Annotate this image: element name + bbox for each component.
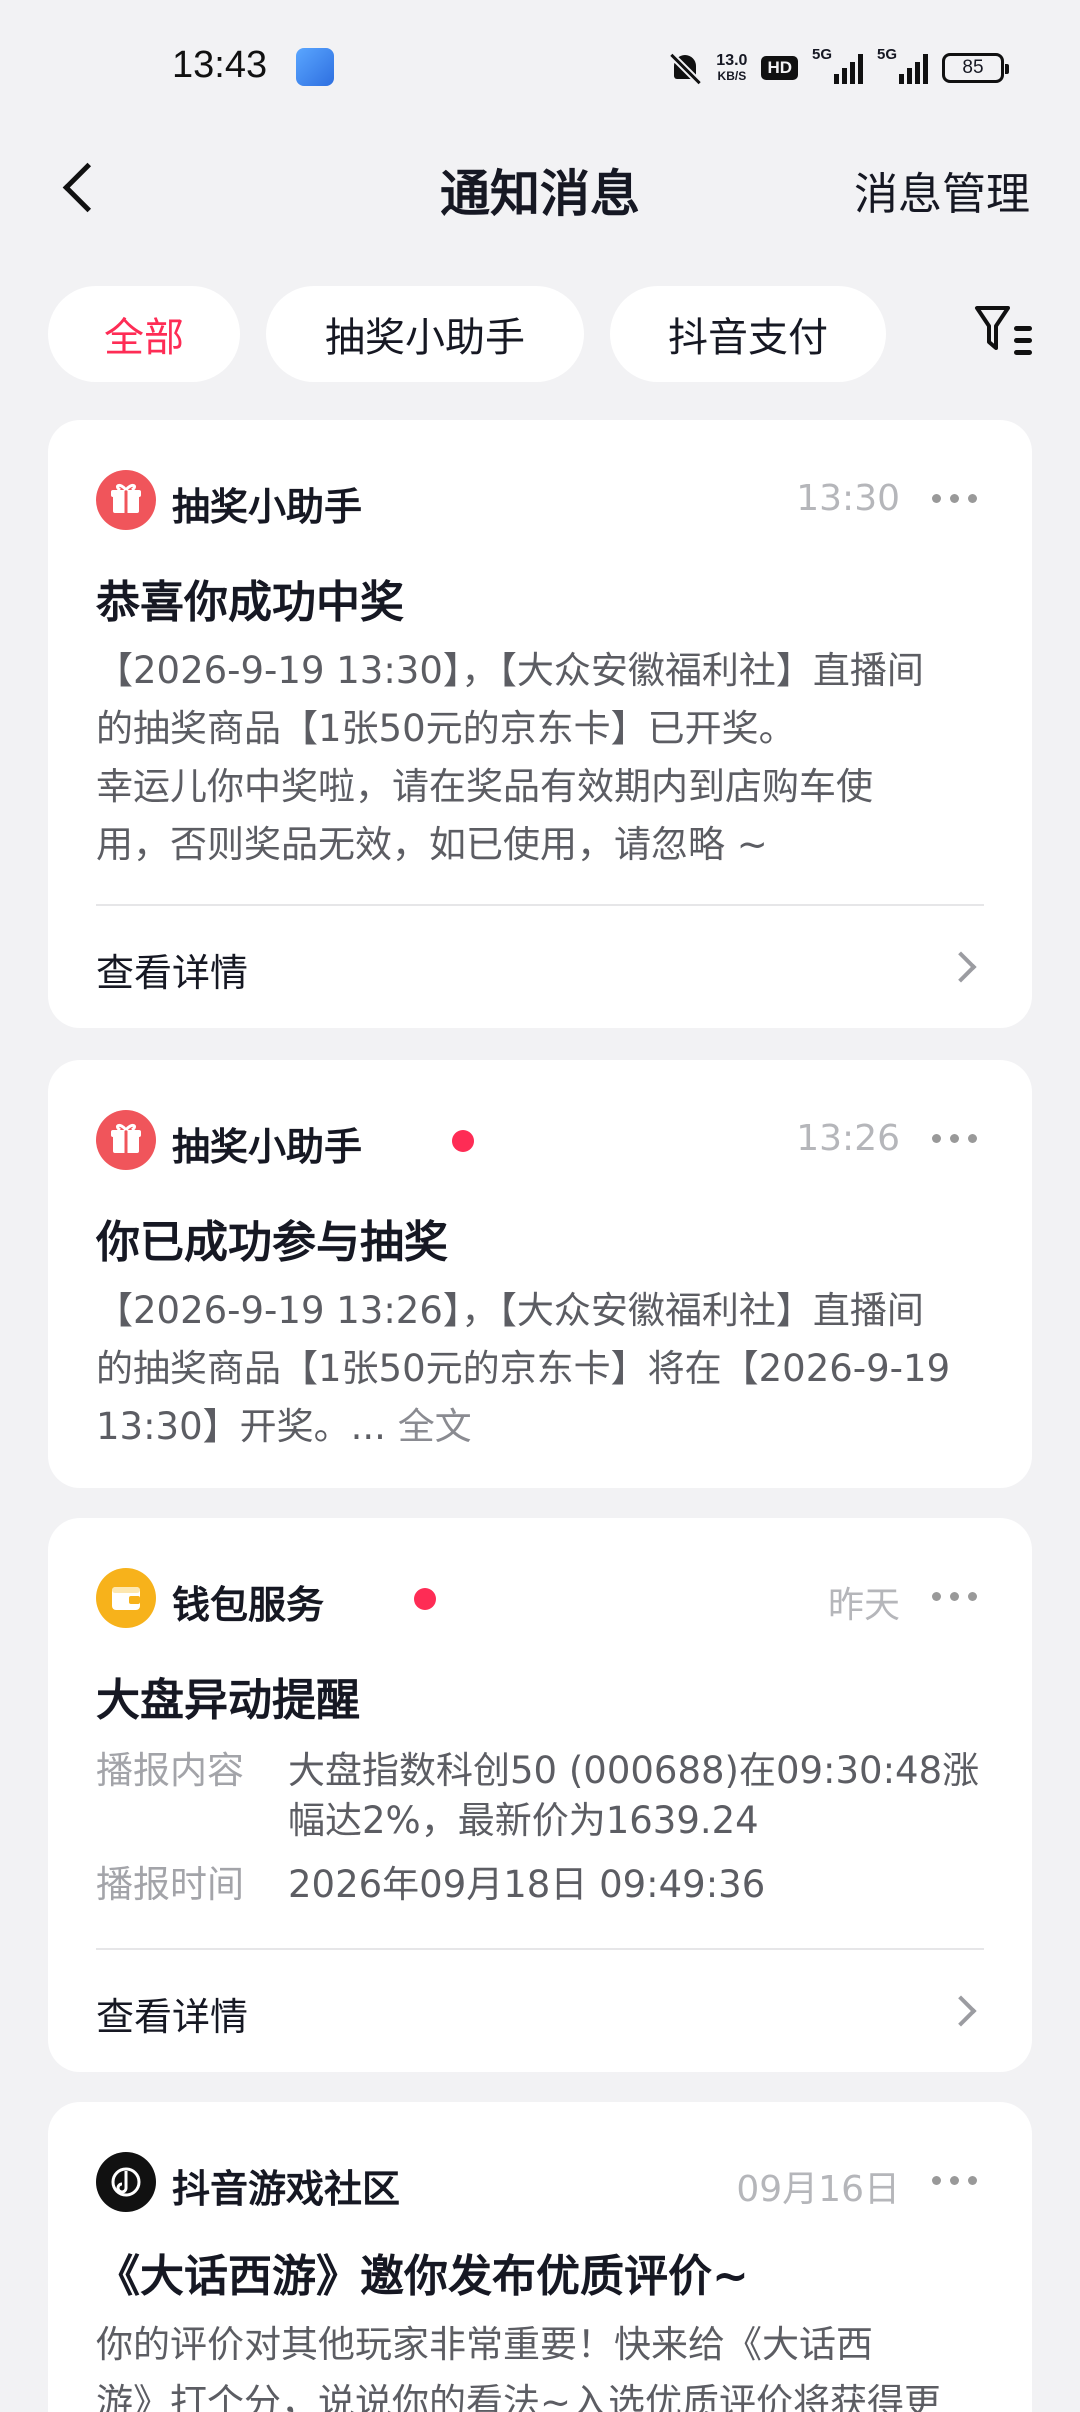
body-line: 幸运儿你中奖啦，请在奖品有效期内到店购车使 [96,765,873,808]
filter-icon[interactable] [970,302,1034,366]
body-line: 的抽奖商品【1张50元的京东卡】已开奖。 [96,707,796,750]
broadcast-content-label: 播报内容 [96,1749,244,1792]
signal-icon: 5G [812,46,863,84]
more-options-icon[interactable] [932,1592,978,1604]
message-title: 恭喜你成功中奖 [96,577,404,628]
message-time: 13:30 [796,478,900,519]
broadcast-time-row: 播报时间 2026年09月18日 09:49:36 [96,1860,988,1910]
message-title: 大盘异动提醒 [96,1675,360,1726]
card-header: 抽奖小助手 13:30 [96,470,984,530]
notification-card[interactable]: 钱包服务 昨天 大盘异动提醒 播报内容 大盘指数科创50 (000688)在09… [48,1518,1032,2072]
filter-line [1014,350,1032,355]
body-line-text: 13:30】开奖。... [96,1405,386,1448]
message-time: 13:26 [796,1118,900,1159]
message-time: 昨天 [827,1585,900,1626]
content-line: 大盘指数科创50 (000688)在09:30:48涨 [288,1749,980,1792]
card-header: 抽奖小助手 13:26 [96,1110,984,1170]
status-bar: 13:43 13.0 KB/S HD 5G 5G 85 [0,0,1080,130]
wallet-icon [96,1568,156,1628]
mute-icon [668,51,702,85]
card-header: 钱包服务 昨天 [96,1568,984,1628]
gift-icon [96,470,156,530]
body-line: 游》打个分，说说你的看法~入选优质评价将获得更 [96,2381,942,2412]
notification-card[interactable]: 抽奖小助手 13:30 恭喜你成功中奖 【2026-9-19 13:30】，【大… [48,420,1032,1028]
more-options-icon[interactable] [932,2176,978,2188]
chevron-right-icon [945,951,977,983]
net-speed-unit: KB/S [717,68,747,83]
tab-all[interactable]: 全部 [48,286,240,382]
message-title: 你已成功参与抽奖 [96,1217,448,1268]
sender-name: 抖音游戏社区 [172,2167,401,2211]
gift-icon [96,1110,156,1170]
broadcast-time-value: 2026年09月18日 09:49:36 [288,1863,766,1906]
sender-name: 抽奖小助手 [172,485,363,529]
signal-icon-2: 5G [877,46,928,84]
card-header: 抖音游戏社区 09月16日 [96,2152,984,2212]
status-indicators: 13.0 KB/S HD 5G 5G 85 [668,46,1009,88]
broadcast-content-row: 播报内容 大盘指数科创50 (000688)在09:30:48涨 幅达2%，最新… [96,1746,988,1846]
tab-douyin-pay[interactable]: 抖音支付 [610,286,886,382]
body-line: 【2026-9-19 13:30】，【大众安徽福利社】直播间 [96,649,924,692]
divider [96,904,984,906]
unread-dot [414,1588,436,1610]
message-manage-button[interactable]: 消息管理 [854,158,1030,222]
message-body: 你的评价对其他玩家非常重要！快来给《大话西 游》打个分，说说你的看法~入选优质评… [96,2316,988,2412]
filter-tabs: 全部 抽奖小助手 抖音支付 [48,286,1008,382]
divider [96,1948,984,1950]
body-line-last: 13:30】开奖。... 全文 [96,1398,988,1456]
broadcast-content-value: 大盘指数科创50 (000688)在09:30:48涨 幅达2%，最新价为163… [288,1746,988,1846]
notification-card[interactable]: 抽奖小助手 13:26 你已成功参与抽奖 【2026-9-19 13:26】，【… [48,1060,1032,1488]
more-options-icon[interactable] [932,1134,978,1146]
full-text-link[interactable]: 全文 [398,1405,472,1448]
app-notification-icon [296,48,334,86]
nav-header: 通知消息 消息管理 [0,140,1080,236]
content-line: 幅达2%，最新价为1639.24 [288,1799,759,1842]
message-time: 09月16日 [736,2169,900,2210]
network-speed: 13.0 KB/S [716,51,748,84]
notification-card[interactable]: 抖音游戏社区 09月16日 《大话西游》邀你发布优质评价~ 你的评价对其他玩家非… [48,2102,1032,2412]
view-details-link[interactable]: 查看详情 [96,942,248,997]
body-line: 用，否则奖品无效，如已使用，请忽略 ~ [96,823,768,866]
message-title: 《大话西游》邀你发布优质评价~ [96,2251,749,2302]
body-line: 的抽奖商品【1张50元的京东卡】将在【2026-9-19 [96,1347,951,1390]
more-options-icon[interactable] [932,494,978,506]
signal-label: 5G [812,46,833,63]
unread-dot [452,1130,474,1152]
chevron-right-icon [945,1995,977,2027]
broadcast-time-label: 播报时间 [96,1863,244,1906]
douyin-logo-icon [96,2152,156,2212]
message-body: 【2026-9-19 13:30】，【大众安徽福利社】直播间 的抽奖商品【1张5… [96,642,988,874]
battery-icon: 85 [942,53,1009,83]
sender-name: 钱包服务 [172,1583,325,1627]
status-time: 13:43 [172,44,268,86]
signal-label-2: 5G [877,46,898,63]
filter-line [1014,326,1032,331]
net-speed-value: 13.0 [716,51,748,69]
filter-line [1014,338,1032,343]
message-body: 【2026-9-19 13:26】，【大众安徽福利社】直播间 的抽奖商品【1张5… [96,1282,988,1456]
tab-lottery-assistant[interactable]: 抽奖小助手 [266,286,584,382]
body-line: 【2026-9-19 13:26】，【大众安徽福利社】直播间 [96,1289,924,1332]
hd-icon: HD [761,56,798,80]
view-details-link[interactable]: 查看详情 [96,1986,248,2041]
sender-name: 抽奖小助手 [172,1125,363,1169]
body-line: 你的评价对其他玩家非常重要！快来给《大话西 [96,2323,873,2366]
